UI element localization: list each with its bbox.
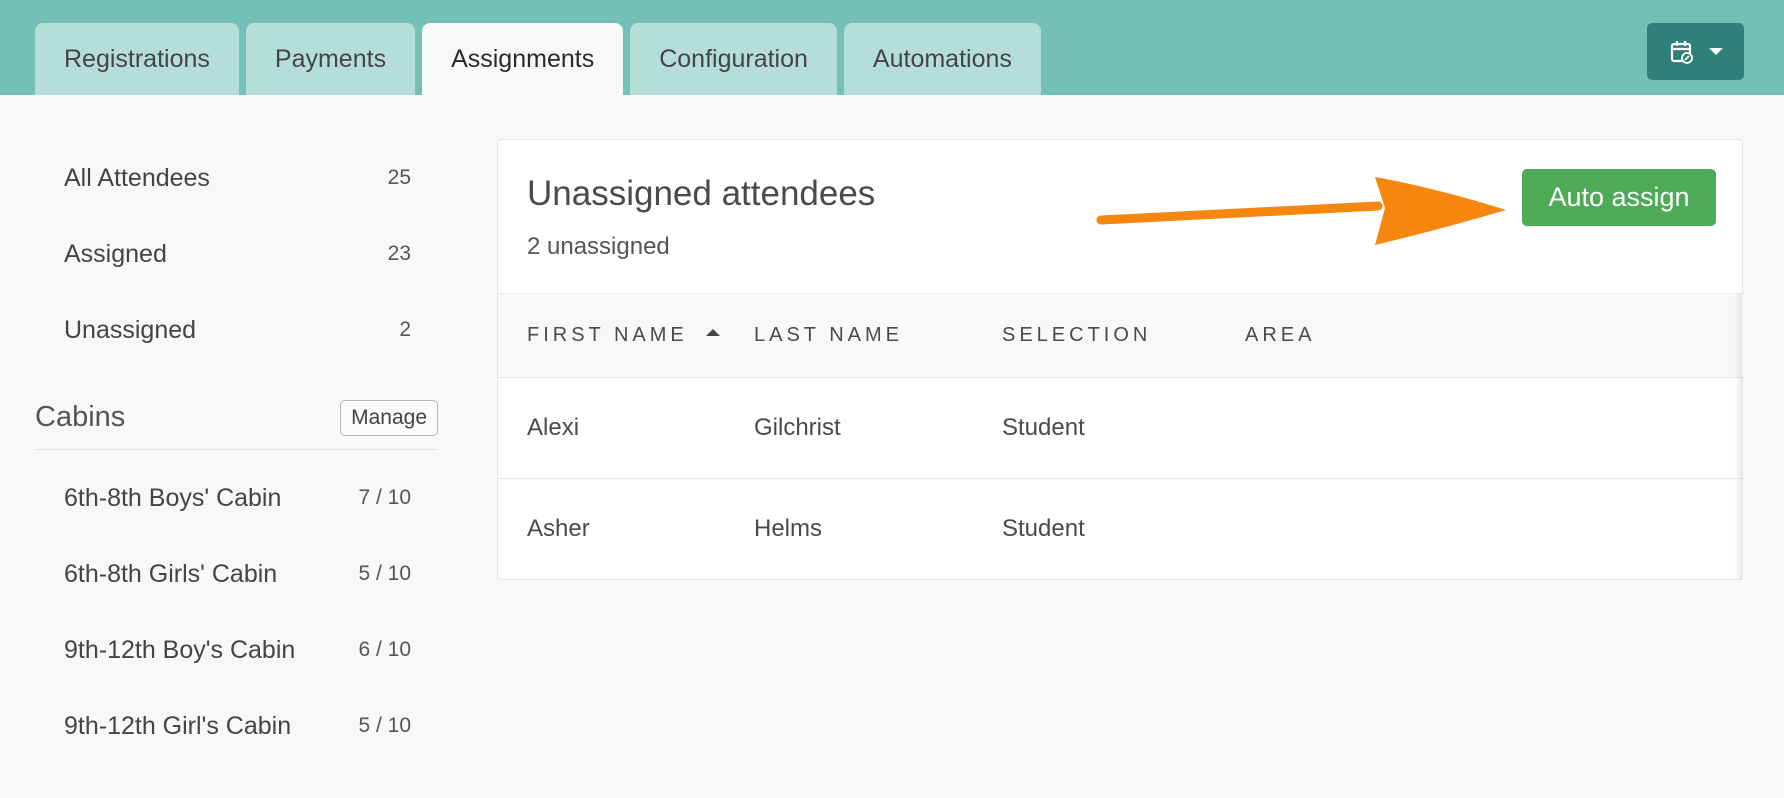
- cell-selection: Student: [1002, 478, 1245, 580]
- cabin-label: 6th-8th Boys' Cabin: [64, 483, 282, 512]
- cabin-capacity: 7 / 10: [358, 486, 411, 509]
- cell-selection: Student: [1002, 414, 1085, 441]
- tab-registrations[interactable]: Registrations: [35, 23, 239, 95]
- tab-configuration[interactable]: Configuration: [630, 23, 837, 95]
- cabin-capacity: 5 / 10: [358, 714, 411, 737]
- tab-payments[interactable]: Payments: [245, 23, 416, 95]
- cell-first-name: Alexi: [527, 414, 580, 441]
- horizontal-scroll-shadow: [1734, 293, 1742, 580]
- filter-count: 23: [387, 242, 411, 265]
- sidebar: All Attendees 25 Assigned 23 Unassigned …: [35, 140, 438, 764]
- cabin-item[interactable]: 9th-12th Boy's Cabin 6 / 10: [35, 612, 438, 688]
- attendees-table: FIRST NAME LAST NAME SELECTION AREA Alex…: [498, 293, 1744, 580]
- tab-assignments[interactable]: Assignments: [422, 23, 624, 95]
- column-label: LAST NAME: [754, 324, 903, 346]
- cabin-item[interactable]: 6th-8th Boys' Cabin 7 / 10: [35, 460, 438, 536]
- chevron-down-icon: [1708, 48, 1723, 55]
- cell-area: [1245, 378, 1744, 479]
- column-label: FIRST NAME: [527, 324, 688, 346]
- tab-automations[interactable]: Automations: [843, 23, 1041, 95]
- manage-cabins-button[interactable]: Manage: [340, 399, 438, 436]
- column-header-selection[interactable]: SELECTION: [1002, 293, 1245, 378]
- column-label: SELECTION: [1002, 324, 1152, 346]
- unassigned-attendees-card: Unassigned attendees 2 unassigned Auto a…: [497, 139, 1744, 580]
- filter-label: All Attendees: [64, 163, 210, 192]
- filter-all-attendees[interactable]: All Attendees 25: [35, 140, 438, 216]
- cabin-label: 9th-12th Girl's Cabin: [64, 711, 292, 740]
- filter-assigned[interactable]: Assigned 23: [35, 216, 438, 292]
- cabin-label: 9th-12th Boy's Cabin: [64, 635, 296, 664]
- column-header-area[interactable]: AREA: [1245, 293, 1744, 378]
- annotation-arrow-icon: [1096, 177, 1506, 245]
- filter-count: 2: [399, 318, 411, 341]
- cabin-label: 6th-8th Girls' Cabin: [64, 559, 278, 588]
- cell-first-name: Asher: [498, 478, 754, 580]
- calendar-link-icon: [1670, 40, 1693, 64]
- filter-label: Assigned: [64, 239, 167, 268]
- cabins-title: Cabins: [35, 401, 126, 433]
- table-row[interactable]: Asher Helms Student: [498, 478, 1744, 580]
- filter-unassigned[interactable]: Unassigned 2: [35, 292, 438, 368]
- cabin-item[interactable]: 9th-12th Girl's Cabin 5 / 10: [35, 688, 438, 764]
- column-header-last-name[interactable]: LAST NAME: [754, 293, 1002, 378]
- filter-label: Unassigned: [64, 315, 197, 344]
- top-bar: Registrations Payments Assignments Confi…: [0, 0, 1784, 95]
- page-title: Unassigned attendees: [527, 174, 876, 213]
- cell-last-name: Gilchrist: [754, 414, 841, 441]
- tab-bar: Registrations Payments Assignments Confi…: [35, 23, 1041, 95]
- column-label: AREA: [1245, 324, 1316, 346]
- filter-count: 25: [387, 166, 411, 189]
- cabins-header: Cabins Manage: [35, 398, 438, 450]
- calendar-dropdown-button[interactable]: [1647, 23, 1744, 80]
- column-header-first-name[interactable]: FIRST NAME: [498, 293, 754, 378]
- auto-assign-button[interactable]: Auto assign: [1522, 169, 1716, 226]
- cabin-capacity: 5 / 10: [358, 562, 411, 585]
- cell-last-name: Helms: [754, 478, 1002, 580]
- sort-ascending-icon: [705, 329, 720, 337]
- cabin-list: 6th-8th Boys' Cabin 7 / 10 6th-8th Girls…: [35, 460, 438, 764]
- table-header-row: FIRST NAME LAST NAME SELECTION AREA: [498, 293, 1744, 378]
- table-row[interactable]: Alexi Gilchrist Student: [498, 378, 1744, 479]
- unassigned-count: 2 unassigned: [527, 233, 670, 260]
- cabin-capacity: 6 / 10: [358, 638, 411, 661]
- cabin-item[interactable]: 6th-8th Girls' Cabin 5 / 10: [35, 536, 438, 612]
- cell-area: [1245, 478, 1744, 580]
